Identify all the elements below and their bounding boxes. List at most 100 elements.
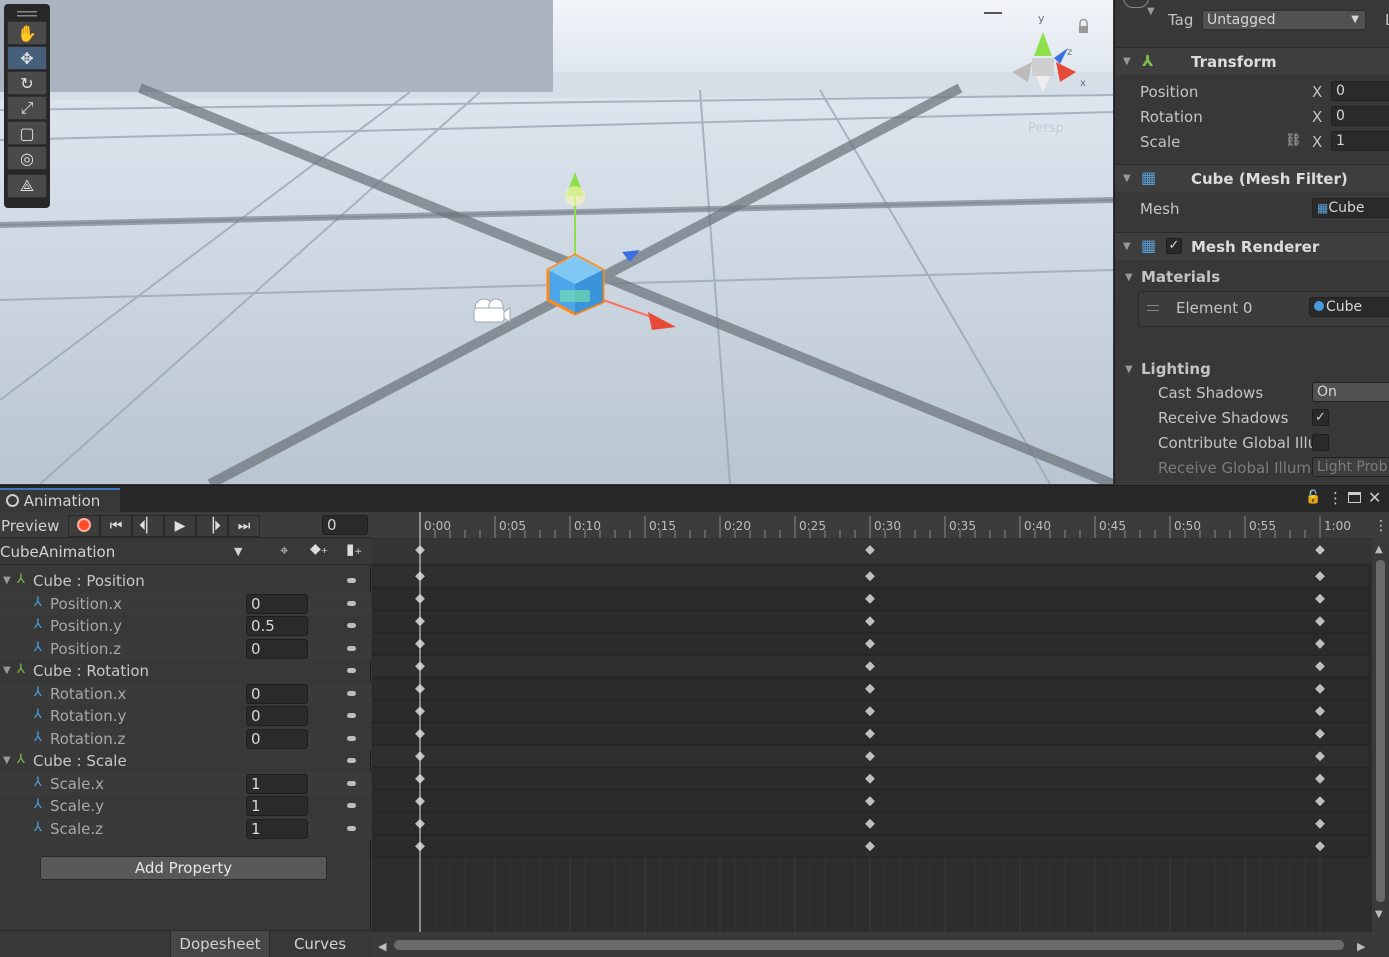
cast-shadows-dropdown[interactable]: On bbox=[1312, 382, 1389, 402]
property-value-field[interactable]: 1 bbox=[246, 818, 308, 839]
lighting-label: Lighting bbox=[1141, 360, 1211, 378]
record-button[interactable] bbox=[68, 515, 100, 537]
tag-dropdown[interactable]: Untagged ▼ bbox=[1202, 10, 1366, 30]
receive-shadows-checkbox[interactable]: ✓ bbox=[1312, 409, 1329, 426]
property-row[interactable]: ⅄ Position.y 0.5 bbox=[0, 615, 371, 637]
property-group-row[interactable]: ▼ ⅄ Cube : Rotation bbox=[0, 660, 371, 682]
rotation-x-field[interactable]: 0 bbox=[1331, 106, 1389, 126]
rect-tool-button[interactable]: ▢ bbox=[7, 121, 47, 145]
property-row[interactable]: ⅄ Scale.y 1 bbox=[0, 795, 371, 817]
axis-icon: ⅄ bbox=[34, 684, 42, 700]
scroll-right-icon[interactable]: ▶ bbox=[1357, 940, 1366, 953]
keyframe-toggle-icon[interactable] bbox=[347, 645, 356, 651]
scene-view[interactable]: y z x Persp ✋ ✥ ↻ ⤢ ▢ ◎ ⟁ bbox=[0, 0, 1113, 484]
property-value-field[interactable]: 0 bbox=[246, 728, 308, 749]
preview-button[interactable]: Preview bbox=[0, 515, 66, 537]
dopesheet-tab[interactable]: Dopesheet bbox=[170, 931, 270, 957]
property-value-field[interactable]: 0 bbox=[246, 683, 308, 704]
close-icon[interactable]: ✕ bbox=[1368, 488, 1381, 507]
scale-x-field[interactable]: 1 bbox=[1331, 131, 1389, 151]
keyframe-toggle-icon[interactable] bbox=[347, 803, 356, 808]
grip-handle[interactable] bbox=[7, 8, 47, 20]
property-group-row[interactable]: ▼ ⅄ Cube : Scale bbox=[0, 750, 371, 772]
keyframe-toggle-icon[interactable] bbox=[347, 578, 356, 583]
drag-handle-icon[interactable] bbox=[1147, 305, 1159, 311]
keyframe-toggle-icon[interactable] bbox=[347, 780, 356, 786]
materials-foldout-icon[interactable]: ▼ bbox=[1125, 272, 1133, 283]
property-row[interactable]: ⅄ Scale.x 1 bbox=[0, 772, 371, 795]
frame-field[interactable]: 0 bbox=[322, 515, 368, 535]
hand-tool-button[interactable]: ✋ bbox=[7, 21, 47, 45]
keyframe-toggle-icon[interactable] bbox=[347, 668, 356, 673]
previous-keyframe-button[interactable]: ⏴▏ bbox=[132, 515, 164, 537]
horizontal-scroll-thumb[interactable] bbox=[394, 940, 1344, 950]
scroll-down-icon[interactable]: ▼ bbox=[1375, 909, 1383, 920]
tag-label: Tag bbox=[1168, 11, 1194, 29]
clip-name: CubeAnimation bbox=[0, 543, 116, 561]
contribute-gi-checkbox[interactable] bbox=[1312, 434, 1329, 451]
more-options-icon[interactable]: ⋮ bbox=[1328, 489, 1343, 507]
vertical-scroll-thumb[interactable] bbox=[1376, 560, 1385, 902]
keyframe-toggle-icon[interactable] bbox=[347, 600, 356, 606]
filter-by-selection-icon[interactable]: ⌖ bbox=[280, 541, 288, 559]
mesh-filter-header[interactable]: ▼ ▦ Cube (Mesh Filter) bbox=[1115, 164, 1389, 192]
foldout-icon[interactable]: ▼ bbox=[3, 755, 11, 766]
maximize-icon[interactable] bbox=[1348, 492, 1361, 503]
keyframe-toggle-icon[interactable] bbox=[347, 825, 356, 831]
property-row[interactable]: ⅄ Rotation.z 0 bbox=[0, 727, 371, 750]
mesh-renderer-enabled-checkbox[interactable]: ✓ bbox=[1166, 238, 1182, 254]
property-row[interactable]: ⅄ Rotation.x 0 bbox=[0, 682, 371, 705]
add-property-button[interactable]: Add Property bbox=[40, 856, 327, 880]
add-event-icon[interactable]: ▮₊ bbox=[346, 540, 362, 558]
clip-dropdown[interactable]: CubeAnimation ▼ bbox=[0, 541, 250, 563]
scroll-up-icon[interactable]: ▲ bbox=[1375, 544, 1383, 555]
custom-tool-button[interactable]: ⟁ bbox=[7, 174, 47, 198]
more-options-icon[interactable]: ⋮ bbox=[1374, 518, 1388, 534]
rotate-tool-button[interactable]: ↻ bbox=[7, 71, 47, 95]
property-row[interactable]: ⅄ Scale.z 1 bbox=[0, 817, 371, 840]
lock-icon[interactable]: 🔓 bbox=[1305, 490, 1321, 505]
play-button[interactable]: ▶ bbox=[164, 515, 196, 537]
first-keyframe-button[interactable]: ⏮ bbox=[100, 515, 132, 537]
timeline-tick-label: 1:00 bbox=[1324, 519, 1351, 533]
material-field[interactable]: Cube bbox=[1309, 297, 1389, 317]
transform-tool-button[interactable]: ◎ bbox=[7, 146, 47, 170]
chevron-down-icon[interactable]: ▼ bbox=[1147, 6, 1155, 17]
last-keyframe-button[interactable]: ⏭ bbox=[228, 515, 260, 537]
foldout-icon[interactable]: ▼ bbox=[3, 575, 11, 586]
move-tool-button[interactable]: ✥ bbox=[7, 46, 47, 70]
lighting-foldout-icon[interactable]: ▼ bbox=[1125, 364, 1133, 375]
property-row[interactable]: ⅄ Position.z 0 bbox=[0, 637, 371, 660]
property-group-row[interactable]: ▼ ⅄ Cube : Position bbox=[0, 570, 371, 592]
transform-header[interactable]: ▼ ⅄ Transform bbox=[1115, 47, 1389, 75]
curves-tab[interactable]: Curves bbox=[270, 931, 370, 957]
axis-icon: ⅄ bbox=[34, 819, 42, 835]
animation-tab[interactable]: Animation bbox=[0, 488, 120, 512]
property-value-field[interactable]: 0 bbox=[246, 706, 308, 726]
keyframe-toggle-icon[interactable] bbox=[347, 690, 356, 696]
mesh-field[interactable]: ▦Cube bbox=[1312, 198, 1389, 218]
dopesheet-area[interactable]: 0:00 0:05 0:10 0:15 0:20 0:25 0:30 0:35 0:40 0:45… bbox=[372, 512, 1389, 957]
next-keyframe-button[interactable]: ▕⏵ bbox=[196, 515, 228, 537]
property-value-field[interactable]: 0 bbox=[246, 593, 308, 614]
property-value-field[interactable]: 0.5 bbox=[246, 616, 308, 636]
cast-shadows-label: Cast Shadows bbox=[1158, 384, 1264, 402]
property-value-field[interactable]: 0 bbox=[246, 638, 308, 659]
property-row[interactable]: ⅄ Position.x 0 bbox=[0, 592, 371, 615]
constrain-proportions-icon[interactable]: ⛓ bbox=[1285, 133, 1302, 148]
keyframe-toggle-icon[interactable] bbox=[347, 713, 356, 718]
dopesheet-svg[interactable]: 0:00 0:05 0:10 0:15 0:20 0:25 0:30 0:35 0:40 0:45… bbox=[372, 512, 1389, 957]
keyframe-toggle-icon[interactable] bbox=[347, 758, 356, 763]
scroll-left-icon[interactable]: ◀ bbox=[378, 940, 387, 953]
persp-label[interactable]: Persp bbox=[1028, 121, 1064, 136]
foldout-icon[interactable]: ▼ bbox=[3, 665, 11, 676]
property-value-field[interactable]: 1 bbox=[246, 796, 308, 816]
add-keyframe-icon[interactable]: ◆₊ bbox=[310, 541, 328, 557]
property-row[interactable]: ⅄ Rotation.y 0 bbox=[0, 705, 371, 727]
keyframe-toggle-icon[interactable] bbox=[347, 623, 356, 628]
scale-tool-button[interactable]: ⤢ bbox=[7, 96, 47, 120]
keyframe-toggle-icon[interactable] bbox=[347, 735, 356, 741]
mesh-renderer-header[interactable]: ▼ ▦ ✓ Mesh Renderer bbox=[1115, 232, 1389, 260]
property-value-field[interactable]: 1 bbox=[246, 773, 308, 794]
position-x-field[interactable]: 0 bbox=[1331, 81, 1389, 101]
